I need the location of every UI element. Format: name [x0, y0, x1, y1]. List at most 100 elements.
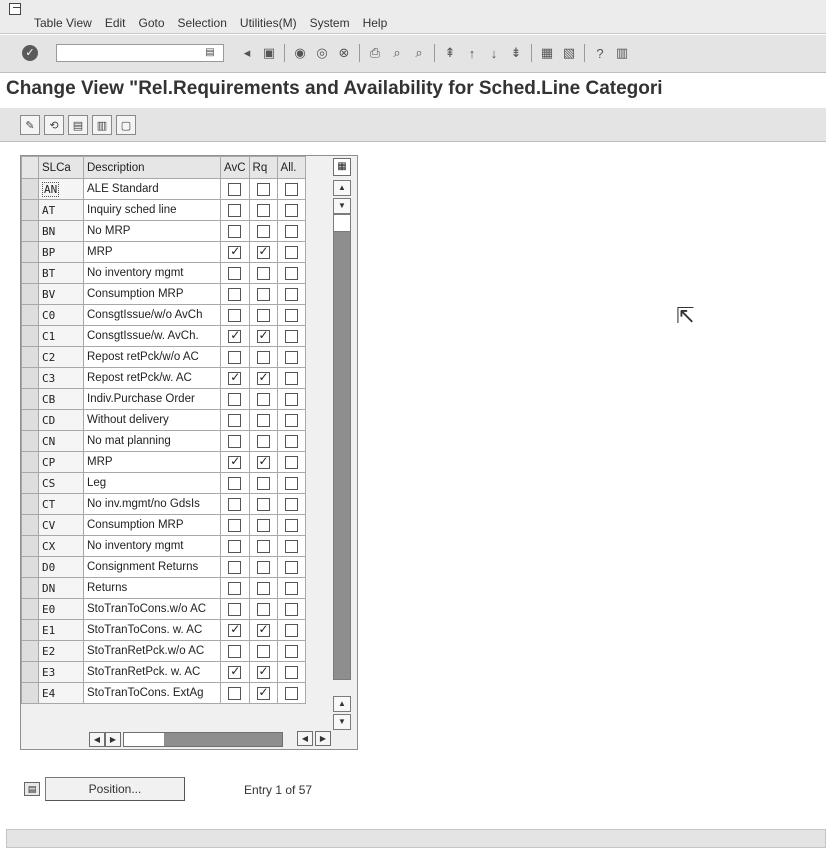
all-checkbox[interactable]: [284, 539, 298, 553]
avc-checkbox[interactable]: [228, 287, 242, 301]
avc-checkbox[interactable]: [228, 476, 242, 490]
row-selector[interactable]: [21, 304, 39, 326]
menu-item-help[interactable]: Help: [363, 16, 388, 30]
rq-checkbox[interactable]: [256, 266, 270, 280]
slca-cell[interactable]: CT: [38, 493, 84, 515]
avc-checkbox[interactable]: [228, 350, 242, 364]
all-checkbox[interactable]: [284, 476, 298, 490]
vertical-scrollbar[interactable]: ▲ ▼ ▲ ▼: [333, 180, 351, 730]
all-checkbox[interactable]: [284, 434, 298, 448]
avc-checkbox[interactable]: [228, 328, 242, 343]
table-row[interactable]: CD Without delivery: [21, 409, 306, 431]
all-checkbox[interactable]: [284, 371, 298, 385]
all-checkbox[interactable]: [284, 686, 298, 700]
select-all-rows[interactable]: [21, 156, 39, 179]
avc-checkbox[interactable]: [228, 266, 242, 280]
table-row[interactable]: E0 StoTranToCons.w/o AC: [21, 598, 306, 620]
menu-item-goto[interactable]: Goto: [139, 16, 165, 30]
row-selector[interactable]: [21, 640, 39, 662]
all-checkbox[interactable]: [284, 245, 298, 259]
row-selector[interactable]: [21, 598, 39, 620]
rq-checkbox[interactable]: [256, 664, 270, 679]
create-session-icon[interactable]: ▦: [538, 44, 556, 62]
next-page-icon[interactable]: ↓: [485, 44, 503, 62]
slca-cell[interactable]: BV: [38, 283, 84, 305]
all-checkbox[interactable]: [284, 308, 298, 322]
slca-cell[interactable]: BN: [38, 220, 84, 242]
rq-checkbox[interactable]: [256, 434, 270, 448]
rq-checkbox[interactable]: [256, 539, 270, 553]
table-settings-icon[interactable]: ▦: [333, 158, 351, 176]
scroll-left-icon[interactable]: ◀: [297, 731, 313, 746]
avc-checkbox[interactable]: [228, 434, 242, 448]
rq-checkbox[interactable]: [256, 602, 270, 616]
row-selector[interactable]: [21, 556, 39, 578]
avc-checkbox[interactable]: [228, 664, 242, 679]
slca-cell[interactable]: CD: [38, 409, 84, 431]
rq-checkbox[interactable]: [256, 454, 270, 469]
slca-cell[interactable]: D0: [38, 556, 84, 578]
avc-checkbox[interactable]: [228, 308, 242, 322]
slca-cell[interactable]: C1: [38, 325, 84, 347]
last-page-icon[interactable]: ⇟: [507, 44, 525, 62]
menu-item-system[interactable]: System: [310, 16, 350, 30]
slca-cell[interactable]: E3: [38, 661, 84, 683]
rq-checkbox[interactable]: [256, 413, 270, 427]
avc-checkbox[interactable]: [228, 203, 242, 217]
avc-checkbox[interactable]: [228, 370, 242, 385]
scroll-thumb[interactable]: [124, 732, 164, 746]
table-row[interactable]: D0 Consignment Returns: [21, 556, 306, 578]
row-selector[interactable]: [21, 220, 39, 242]
scroll-track[interactable]: [333, 230, 351, 680]
scroll-right-icon[interactable]: ▶: [315, 731, 331, 746]
collapse-icon[interactable]: ◂: [238, 44, 256, 62]
row-selector[interactable]: [21, 283, 39, 305]
slca-cell[interactable]: C0: [38, 304, 84, 326]
all-checkbox[interactable]: [284, 560, 298, 574]
all-checkbox[interactable]: [284, 182, 298, 196]
first-page-icon[interactable]: ⇞: [441, 44, 459, 62]
avc-checkbox[interactable]: [228, 539, 242, 553]
rq-checkbox[interactable]: [256, 182, 270, 196]
all-checkbox[interactable]: [284, 224, 298, 238]
table-row[interactable]: CT No inv.mgmt/no GdsIs: [21, 493, 306, 515]
all-checkbox[interactable]: [284, 392, 298, 406]
deselect-all-icon[interactable]: ▢: [116, 115, 136, 135]
slca-cell[interactable]: DN: [38, 577, 84, 599]
slca-cell[interactable]: CP: [38, 451, 84, 473]
slca-cell[interactable]: E4: [38, 682, 84, 704]
slca-cell[interactable]: E1: [38, 619, 84, 641]
slca-cell[interactable]: AT: [38, 199, 84, 221]
row-selector[interactable]: [21, 178, 39, 200]
table-row[interactable]: CP MRP: [21, 451, 306, 473]
rq-checkbox[interactable]: [256, 224, 270, 238]
row-selector[interactable]: [21, 619, 39, 641]
avc-checkbox[interactable]: [228, 518, 242, 532]
scroll-track[interactable]: [123, 731, 283, 747]
slca-cell[interactable]: C2: [38, 346, 84, 368]
command-field[interactable]: [56, 44, 224, 62]
slca-cell[interactable]: CB: [38, 388, 84, 410]
all-checkbox[interactable]: [284, 497, 298, 511]
row-selector[interactable]: [21, 472, 39, 494]
exit-icon[interactable]: ◎: [313, 44, 331, 62]
avc-checkbox[interactable]: [228, 224, 242, 238]
row-selector[interactable]: [21, 346, 39, 368]
rq-checkbox[interactable]: [256, 497, 270, 511]
help-icon[interactable]: ?: [591, 44, 609, 62]
column-header-all[interactable]: All.: [276, 156, 306, 179]
slca-cell[interactable]: BT: [38, 262, 84, 284]
avc-checkbox[interactable]: [228, 182, 242, 196]
scroll-thumb[interactable]: [333, 214, 351, 232]
rq-checkbox[interactable]: [256, 350, 270, 364]
other-entry-icon[interactable]: ⟲: [44, 115, 64, 135]
table-row[interactable]: CN No mat planning: [21, 430, 306, 452]
avc-checkbox[interactable]: [228, 244, 242, 259]
system-menu-icon[interactable]: [9, 3, 21, 15]
all-checkbox[interactable]: [284, 665, 298, 679]
rq-checkbox[interactable]: [256, 476, 270, 490]
table-row[interactable]: E3 StoTranRetPck. w. AC: [21, 661, 306, 683]
avc-checkbox[interactable]: [228, 622, 242, 637]
rq-checkbox[interactable]: [256, 560, 270, 574]
all-checkbox[interactable]: [284, 602, 298, 616]
